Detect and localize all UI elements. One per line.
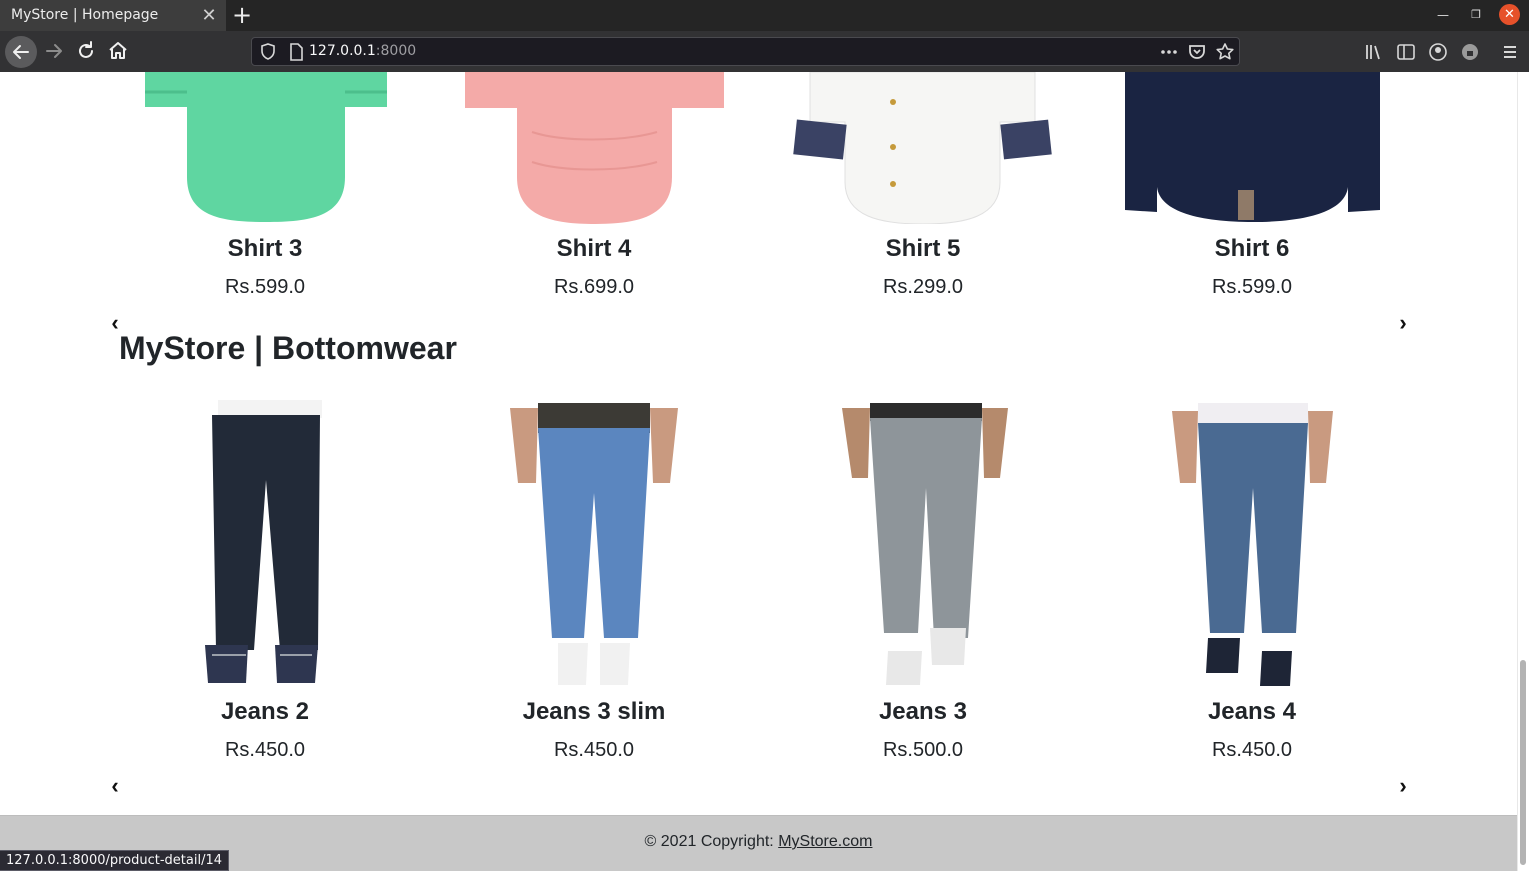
scrollbar-thumb[interactable] xyxy=(1520,660,1526,865)
product-name[interactable]: Jeans 3 xyxy=(773,698,1073,726)
product-price: Rs.450.0 xyxy=(553,739,635,761)
bookmark-star-icon[interactable] xyxy=(1213,40,1237,64)
menu-icon[interactable] xyxy=(1498,40,1522,64)
shirt-4-image[interactable] xyxy=(462,72,727,224)
product-price: Rs.500.0 xyxy=(882,739,964,761)
product-price: Rs.450.0 xyxy=(224,739,306,761)
tab-title: MyStore | Homepage xyxy=(11,7,159,23)
product-name[interactable]: Shirt 6 xyxy=(1102,235,1402,263)
shield-icon[interactable] xyxy=(256,40,280,64)
product-name[interactable]: Shirt 4 xyxy=(444,235,744,263)
product-price: Rs.699.0 xyxy=(553,276,635,298)
page-actions-icon[interactable] xyxy=(1157,40,1181,64)
product-name[interactable]: Shirt 3 xyxy=(115,235,415,263)
jeans-4-image[interactable] xyxy=(1170,403,1335,688)
jeans-3-image[interactable] xyxy=(840,403,1010,688)
page-icon xyxy=(290,43,303,61)
jeans-2-image[interactable] xyxy=(200,400,330,690)
footer-copyright: © 2021 Copyright: MyStore.com xyxy=(0,833,1517,851)
new-tab-button[interactable]: + xyxy=(230,2,254,28)
tab-strip: MyStore | Homepage ✕ + — ❐ ✕ xyxy=(0,0,1529,31)
pocket-icon[interactable] xyxy=(1185,40,1209,64)
copyright-text: © 2021 Copyright: xyxy=(644,833,779,850)
url-text[interactable]: 127.0.0.1:8000 xyxy=(309,43,416,59)
forward-arrow-icon[interactable] xyxy=(42,39,66,63)
restore-icon[interactable]: ❐ xyxy=(1465,5,1487,25)
carousel-next-button[interactable]: › xyxy=(1395,310,1411,336)
back-arrow-icon xyxy=(13,45,29,59)
tab-mystore-homepage[interactable]: MyStore | Homepage ✕ xyxy=(0,0,226,31)
url-host: 127.0.0.1 xyxy=(309,43,376,59)
section-title: MyStore | Bottomwear xyxy=(119,330,457,366)
shirt-3-image[interactable] xyxy=(140,72,392,224)
reload-icon[interactable] xyxy=(74,39,98,63)
product-name[interactable]: Jeans 3 slim xyxy=(444,698,744,726)
product-name[interactable]: Jeans 2 xyxy=(115,698,415,726)
product-name[interactable]: Jeans 4 xyxy=(1102,698,1402,726)
sidebar-icon[interactable] xyxy=(1394,40,1418,64)
window-close-icon[interactable]: ✕ xyxy=(1499,4,1520,25)
tab-close-icon[interactable]: ✕ xyxy=(200,4,218,26)
carousel-prev-button[interactable]: ‹ xyxy=(107,773,123,799)
product-price: Rs.599.0 xyxy=(224,276,306,298)
library-icon[interactable] xyxy=(1362,40,1386,64)
account-icon[interactable] xyxy=(1426,40,1450,64)
product-price: Rs.299.0 xyxy=(882,276,964,298)
minimize-icon[interactable]: — xyxy=(1432,5,1454,25)
url-port: :8000 xyxy=(375,43,417,59)
home-icon[interactable] xyxy=(106,39,130,63)
product-price: Rs.599.0 xyxy=(1211,276,1293,298)
back-button[interactable] xyxy=(5,36,37,68)
jeans-3-slim-image[interactable] xyxy=(508,403,680,688)
footer-link[interactable]: MyStore.com xyxy=(778,833,872,850)
shirt-6-image[interactable] xyxy=(1120,72,1385,224)
product-price: Rs.450.0 xyxy=(1211,739,1293,761)
shirt-5-image[interactable] xyxy=(790,72,1055,224)
product-name[interactable]: Shirt 5 xyxy=(773,235,1073,263)
extension-icon[interactable] xyxy=(1458,40,1482,64)
carousel-next-button[interactable]: › xyxy=(1395,773,1411,799)
status-url: 127.0.0.1:8000/product-detail/14 xyxy=(0,850,230,871)
